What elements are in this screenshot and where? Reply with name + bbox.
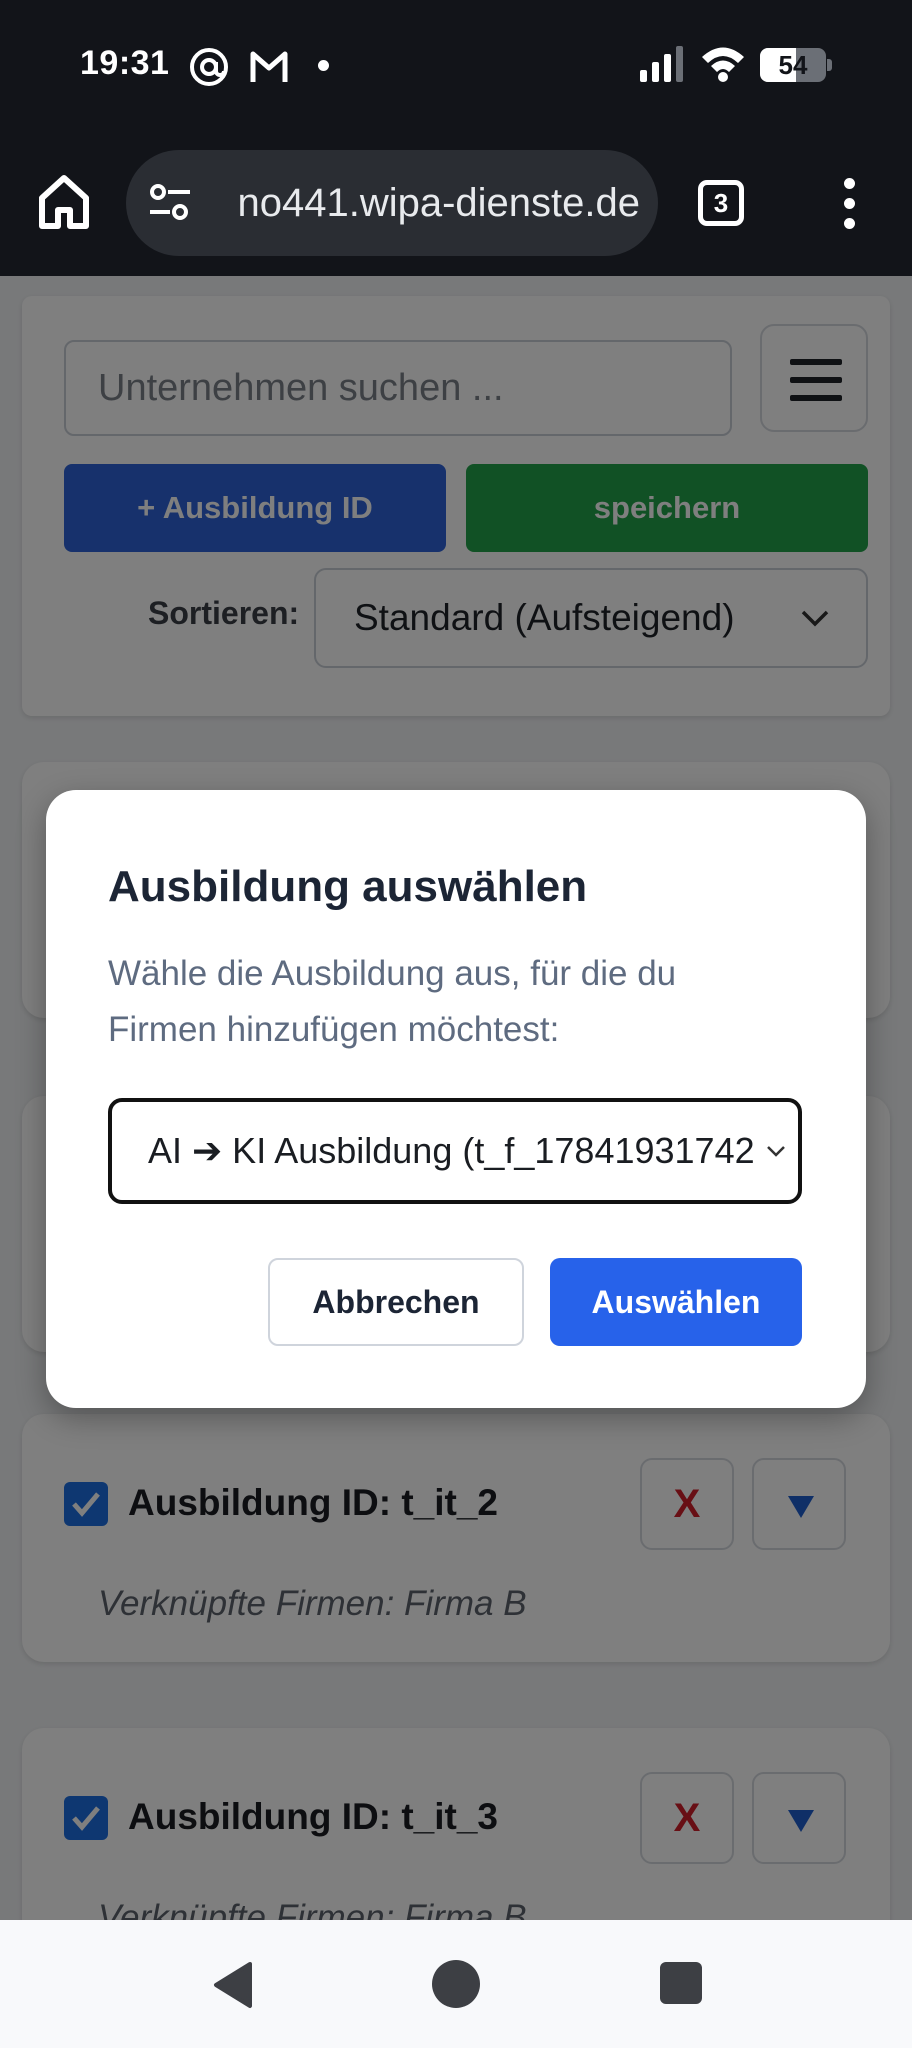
wifi-icon: [702, 47, 744, 82]
status-time: 19:31: [80, 44, 170, 82]
home-nav-icon[interactable]: [432, 1960, 480, 2008]
url-text[interactable]: no441.wipa-dienste.de: [200, 150, 640, 256]
home-icon[interactable]: [36, 172, 92, 232]
site-settings-icon[interactable]: [148, 182, 192, 224]
navigation-bar: [0, 1920, 912, 2048]
status-bar: 19:31 54: [0, 0, 912, 132]
dialog-title: Ausbildung auswählen: [108, 862, 588, 911]
at-sign-icon: [190, 48, 228, 86]
browser-toolbar: no441.wipa-dienste.de 3: [0, 132, 912, 276]
chevron-down-icon: [767, 1146, 785, 1157]
notification-dot-icon: [318, 60, 329, 71]
select-ausbildung-dialog: Ausbildung auswählen Wähle die Ausbildun…: [46, 790, 866, 1408]
recent-apps-icon[interactable]: [660, 1962, 702, 2004]
back-icon[interactable]: [210, 1960, 254, 2010]
ausbildung-select[interactable]: AI ➔ KI Ausbildung (t_f_17841931742: [108, 1098, 802, 1204]
more-vert-icon[interactable]: [836, 178, 862, 230]
cancel-button[interactable]: Abbrechen: [268, 1258, 524, 1346]
battery-icon: 54: [760, 48, 832, 82]
tabs-icon[interactable]: 3: [698, 180, 744, 226]
confirm-select-button[interactable]: Auswählen: [550, 1258, 802, 1346]
signal-icon: [640, 46, 683, 82]
ausbildung-select-value: AI ➔ KI Ausbildung (t_f_17841931742: [148, 1130, 755, 1171]
gmail-icon: [250, 51, 288, 82]
address-bar[interactable]: no441.wipa-dienste.de: [126, 150, 658, 256]
dialog-description: Wähle die Ausbildung aus, für die du Fir…: [108, 954, 677, 1049]
battery-level: 54: [778, 50, 808, 80]
